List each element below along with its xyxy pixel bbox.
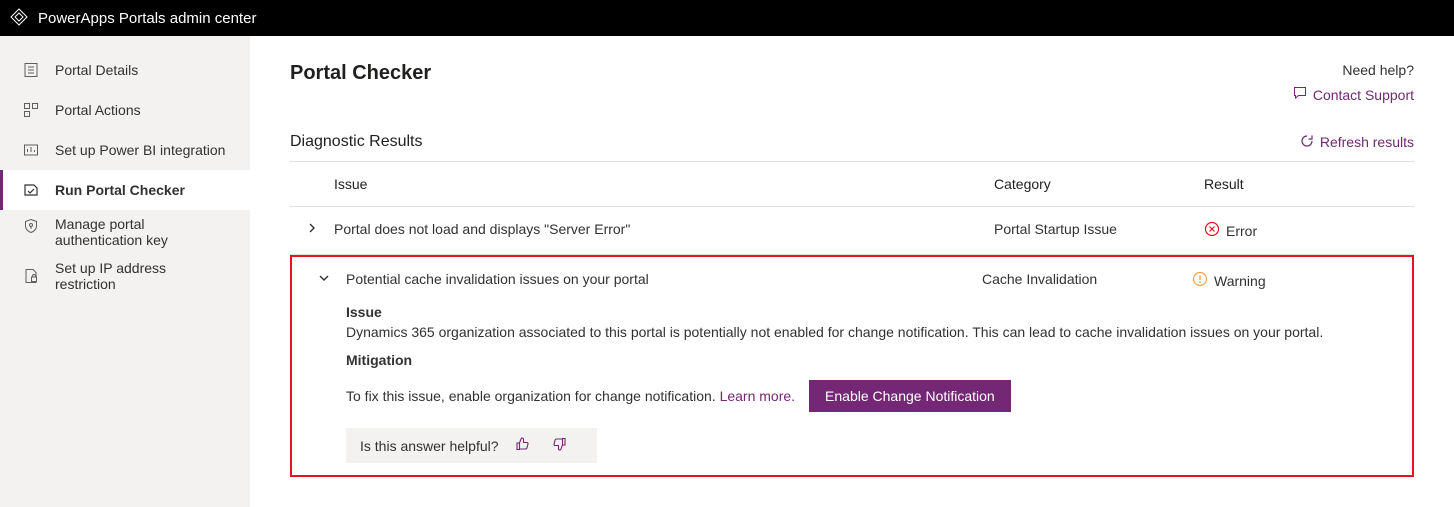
file-lock-icon (23, 268, 39, 284)
chevron-down-icon (318, 271, 330, 287)
apps-icon (23, 102, 39, 118)
refresh-label: Refresh results (1320, 134, 1414, 150)
page-title: Portal Checker (290, 62, 431, 85)
thumbs-down-icon[interactable] (547, 436, 571, 455)
chart-icon (23, 142, 39, 158)
table-row[interactable]: Portal does not load and displays "Serve… (290, 207, 1414, 255)
sidebar-item-label: Set up IP address restriction (55, 260, 230, 292)
result-label: Error (1226, 223, 1257, 239)
diagnostic-table-expanded: Potential cache invalidation issues on y… (302, 257, 1402, 298)
sidebar-item-portal-actions[interactable]: Portal Actions (0, 90, 250, 130)
diagnostic-results-title: Diagnostic Results (290, 133, 423, 151)
result-cell: Error (1204, 221, 1414, 240)
sidebar-item-ip-restriction[interactable]: Set up IP address restriction (0, 256, 250, 296)
sidebar-item-label: Run Portal Checker (55, 182, 185, 198)
feedback-prompt: Is this answer helpful? (360, 438, 499, 454)
main-content: Portal Checker Need help? Contact Suppor… (250, 36, 1454, 507)
issue-cell: Portal does not load and displays "Serve… (334, 207, 994, 255)
column-header-issue: Issue (334, 162, 994, 207)
issue-cell: Potential cache invalidation issues on y… (346, 257, 982, 298)
chevron-right-icon (306, 221, 318, 237)
error-icon (1204, 221, 1226, 240)
expand-toggle[interactable] (290, 207, 334, 255)
column-header-category: Category (994, 162, 1204, 207)
issue-detail: Issue Dynamics 365 organization associat… (302, 298, 1402, 463)
top-bar: PowerApps Portals admin center (0, 0, 1454, 36)
enable-change-notification-button[interactable]: Enable Change Notification (809, 380, 1011, 412)
refresh-icon (1300, 134, 1320, 151)
sidebar-item-label: Set up Power BI integration (55, 142, 225, 158)
checker-icon (23, 182, 39, 198)
result-label: Warning (1214, 273, 1266, 289)
sidebar-item-label: Portal Actions (55, 102, 141, 118)
feedback-box: Is this answer helpful? (346, 428, 597, 463)
sidebar-item-portal-checker[interactable]: Run Portal Checker (0, 170, 250, 210)
need-help-text: Need help? (1293, 62, 1414, 78)
diagnostic-table: Issue Category Result Portal does not lo… (290, 161, 1414, 255)
sidebar-item-powerbi[interactable]: Set up Power BI integration (0, 130, 250, 170)
chat-icon (1293, 86, 1313, 103)
issue-detail-text: Dynamics 365 organization associated to … (346, 324, 1402, 340)
shield-icon (23, 218, 39, 234)
result-cell: Warning (1192, 271, 1402, 290)
learn-more-link[interactable]: Learn more. (720, 388, 795, 404)
mitigation-text: To fix this issue, enable organization f… (346, 388, 795, 404)
sidebar-item-label: Portal Details (55, 62, 138, 78)
sidebar-item-auth-key[interactable]: Manage portal authentication key (0, 210, 250, 256)
category-cell: Cache Invalidation (982, 257, 1192, 298)
contact-support-link[interactable]: Contact Support (1293, 86, 1414, 103)
document-icon (23, 62, 39, 78)
app-title: PowerApps Portals admin center (38, 10, 256, 27)
column-header-expand (290, 162, 334, 207)
thumbs-up-icon[interactable] (511, 436, 535, 455)
contact-support-label: Contact Support (1313, 87, 1414, 103)
app-logo-icon (10, 8, 38, 29)
category-cell: Portal Startup Issue (994, 207, 1204, 255)
warning-icon (1192, 271, 1214, 290)
mitigation-label: Mitigation (346, 352, 1402, 368)
expand-toggle[interactable] (302, 257, 346, 298)
column-header-result: Result (1204, 162, 1414, 207)
highlighted-issue-box: Potential cache invalidation issues on y… (290, 255, 1414, 477)
sidebar-item-label: Manage portal authentication key (55, 216, 230, 248)
sidebar: Portal Details Portal Actions Set up Pow… (0, 36, 250, 507)
sidebar-item-portal-details[interactable]: Portal Details (0, 50, 250, 90)
table-row[interactable]: Potential cache invalidation issues on y… (302, 257, 1402, 298)
issue-detail-label: Issue (346, 304, 1402, 320)
refresh-results-link[interactable]: Refresh results (1300, 134, 1414, 151)
